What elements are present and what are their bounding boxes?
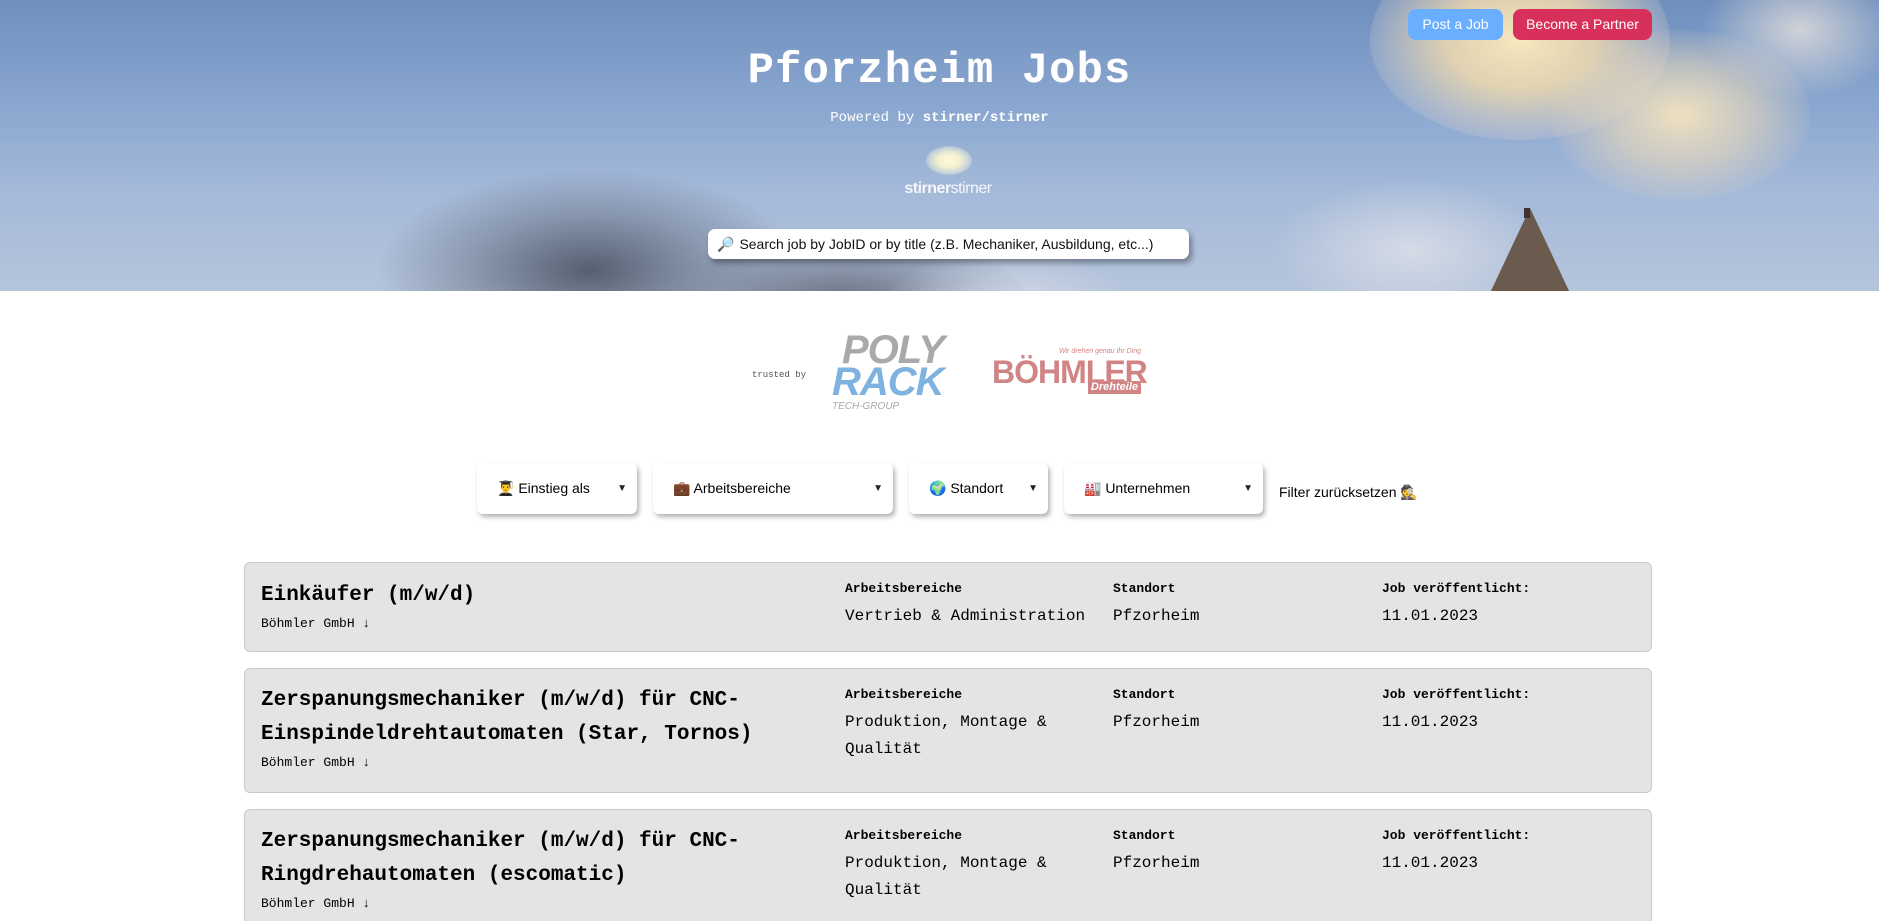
job-card[interactable]: Einkäufer (m/w/d) Böhmler GmbH ↓ Arbeits… <box>244 562 1652 652</box>
church-tower-tip <box>1524 208 1530 218</box>
date-column-label: Job veröffentlicht: <box>1382 687 1531 702</box>
chevron-down-icon: ▼ <box>873 483 883 494</box>
stirner-logo-text: stirnerstirner <box>904 180 992 197</box>
job-company[interactable]: Böhmler GmbH ↓ <box>261 896 370 911</box>
job-date: 11.01.2023 <box>1382 854 1479 872</box>
logo-glow-icon <box>926 146 972 175</box>
reset-filters-button[interactable]: Filter zurücksetzen 🕵️ <box>1279 484 1418 501</box>
date-column-label: Job veröffentlicht: <box>1382 581 1531 596</box>
job-location: Pfzorheim <box>1113 607 1200 625</box>
chevron-down-icon: ▼ <box>617 483 627 494</box>
chevron-down-icon: ▼ <box>1243 483 1253 494</box>
filter-standort-select[interactable]: 🌍 Standort ▼ <box>909 463 1048 514</box>
filter-unternehmen-select[interactable]: 🏭 Unternehmen ▼ <box>1064 463 1263 514</box>
job-area: Produktion, Montage & Qualität <box>845 713 1047 758</box>
job-card[interactable]: Zerspanungsmechaniker (m/w/d) für CNC-Ri… <box>244 809 1652 921</box>
polyrack-logo[interactable]: POLY RACK TECH-GROUP <box>830 330 966 412</box>
location-column-label: Standort <box>1113 828 1176 843</box>
search-icon: 🔎 <box>717 235 735 252</box>
powered-by: Powered by stirner/stirner <box>0 110 1879 126</box>
job-area: Vertrieb & Administration <box>845 607 1086 625</box>
date-column-label: Job veröffentlicht: <box>1382 828 1531 843</box>
area-column-label: Arbeitsbereiche <box>845 828 963 843</box>
job-date: 11.01.2023 <box>1382 713 1479 731</box>
job-title[interactable]: Einkäufer (m/w/d) <box>261 579 791 613</box>
boehmler-logo[interactable]: Wir drehen genau Ihr Ding BÖHMLER Drehte… <box>990 348 1148 396</box>
post-job-button[interactable]: Post a Job <box>1408 9 1503 40</box>
search-bar[interactable]: 🔎 <box>708 229 1189 259</box>
powered-by-brand-link[interactable]: stirner/stirner <box>923 110 1049 126</box>
job-title[interactable]: Zerspanungsmechaniker (m/w/d) für CNC-Ri… <box>261 825 791 893</box>
powered-by-prefix: Powered by <box>830 110 915 126</box>
job-title[interactable]: Zerspanungsmechaniker (m/w/d) für CNC-Ei… <box>261 684 791 752</box>
page-title: Pforzheim Jobs <box>747 46 1132 96</box>
job-location: Pfzorheim <box>1113 854 1200 872</box>
job-area: Produktion, Montage & Qualität <box>845 854 1047 899</box>
job-card[interactable]: Zerspanungsmechaniker (m/w/d) für CNC-Ei… <box>244 668 1652 793</box>
area-column-label: Arbeitsbereiche <box>845 581 963 596</box>
filter-einstieg-select[interactable]: 👨‍🎓 Einstieg als ▼ <box>477 463 637 514</box>
become-partner-button[interactable]: Become a Partner <box>1513 9 1652 40</box>
location-column-label: Standort <box>1113 687 1176 702</box>
stirner-logo: stirnerstirner <box>895 146 1001 202</box>
trusted-by-label: trusted by <box>752 370 807 380</box>
filter-arbeitsbereiche-select[interactable]: 💼 Arbeitsbereiche ▼ <box>653 463 893 514</box>
job-date: 11.01.2023 <box>1382 607 1479 625</box>
job-company[interactable]: Böhmler GmbH ↓ <box>261 616 370 631</box>
church-tower <box>1490 208 1570 291</box>
chevron-down-icon: ▼ <box>1028 483 1038 494</box>
location-column-label: Standort <box>1113 581 1176 596</box>
search-input[interactable] <box>739 236 1180 252</box>
area-column-label: Arbeitsbereiche <box>845 687 963 702</box>
job-location: Pfzorheim <box>1113 713 1200 731</box>
hero-banner: Post a Job Become a Partner Pforzheim Jo… <box>0 0 1879 291</box>
job-company[interactable]: Böhmler GmbH ↓ <box>261 755 370 770</box>
